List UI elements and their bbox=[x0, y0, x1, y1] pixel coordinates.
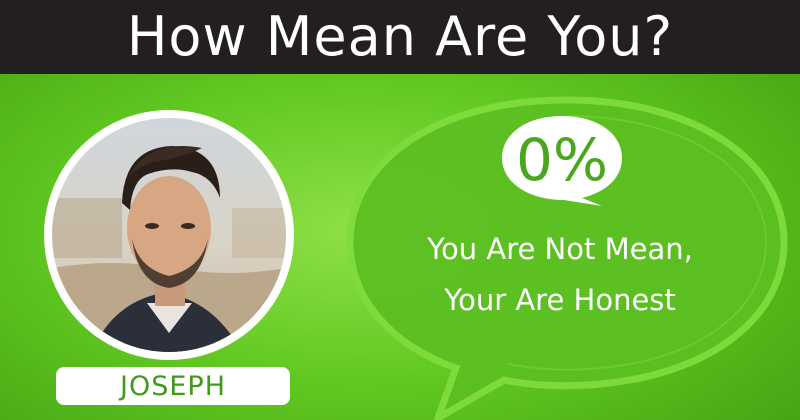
mean-percent: 0% bbox=[515, 126, 608, 194]
profile-photo bbox=[52, 118, 286, 352]
page-title: How Mean Are You? bbox=[126, 5, 674, 68]
percent-badge: 0% bbox=[498, 112, 626, 208]
profile-name: JOSEPH bbox=[120, 370, 226, 402]
result-line-2: Your Are Honest bbox=[444, 283, 676, 317]
result-line-1: You Are Not Mean, bbox=[427, 232, 693, 266]
header-bar: How Mean Are You? bbox=[0, 0, 800, 74]
profile-photo-frame bbox=[44, 110, 294, 360]
name-tag: JOSEPH bbox=[56, 367, 290, 405]
